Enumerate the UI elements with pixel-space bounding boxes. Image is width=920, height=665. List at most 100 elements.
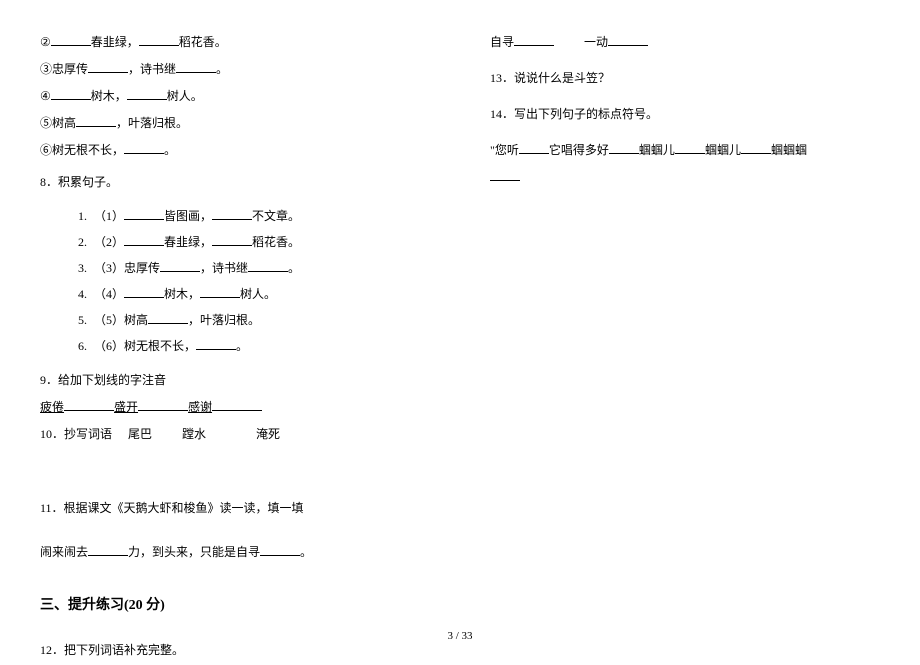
- blank: [124, 232, 164, 246]
- text: （3）忠厚传: [94, 261, 160, 275]
- blank: [260, 542, 300, 556]
- blank: [160, 258, 200, 272]
- underlined-word: 感谢: [188, 400, 212, 414]
- line-2: ② 春韭绿， 稻花香。: [40, 30, 430, 54]
- text: 。: [164, 143, 176, 157]
- text: 闹来闹去: [40, 545, 88, 559]
- word: 蹚水: [182, 427, 206, 441]
- line-5: ⑤树高 ，叶落归根。: [40, 111, 430, 135]
- text: 。: [288, 261, 300, 275]
- list-item: （5）树高 ，叶落归根。: [90, 308, 430, 332]
- blank: [64, 397, 114, 411]
- text: ⑤树高: [40, 116, 76, 130]
- blank: [88, 542, 128, 556]
- text: ③忠厚传: [40, 62, 88, 76]
- text: 春韭绿，: [164, 235, 212, 249]
- q11-title: 11．根据课文《天鹅大虾和梭鱼》读一读，填一填: [40, 496, 430, 520]
- text: （5）树高: [94, 313, 148, 327]
- underlined-word: 疲倦: [40, 400, 64, 414]
- q10-title: 10．抄写词语: [40, 427, 112, 441]
- q14-line-cont: [490, 165, 880, 189]
- blank: [741, 140, 771, 154]
- text: 稻花香。: [179, 35, 227, 49]
- text: 它唱得多好: [549, 143, 609, 157]
- blank: [51, 86, 91, 100]
- list-item: （4） 树木， 树人。: [90, 282, 430, 306]
- blank: [196, 336, 236, 350]
- q9-line: 疲倦 盛开 感谢: [40, 395, 430, 419]
- q8-list: （1）皆图画，不文章。 （2）春韭绿，稻花香。 （3）忠厚传，诗书继。 （4）树…: [90, 204, 430, 358]
- text: 。: [300, 545, 312, 559]
- text: "您听: [490, 143, 519, 157]
- q9-title: 9．给加下划线的字注音: [40, 368, 430, 392]
- two-column-layout: ②春韭绿，稻花香。 ③忠厚传，诗书继。 ④树木，树人。 ⑤树高，叶落归根。 ⑥树…: [40, 30, 880, 665]
- blank: [212, 397, 262, 411]
- right-column: 自寻 一动 13．说说什么是斗笠？ 14．写出下列句子的标点符号。 "您听 它唱得多…: [490, 30, 880, 665]
- text: 力，到头来，只能是自寻: [128, 545, 260, 559]
- text: 皆图画，: [164, 209, 212, 223]
- blank: [675, 140, 705, 154]
- q14-line: "您听 它唱得多好 蝈蝈儿 蝈蝈儿 蝈蝈蝈: [490, 138, 880, 162]
- text: 稻花香。: [252, 235, 300, 249]
- q11-line: 闹来闹去 力，到头来，只能是自寻 。: [40, 540, 430, 564]
- text: 。: [216, 62, 228, 76]
- text: 蝈蝈儿: [705, 143, 741, 157]
- q8-title: 8．积累句子。: [40, 170, 430, 194]
- blank: [124, 140, 164, 154]
- page-number: 3 / 33: [0, 630, 920, 642]
- blank: [127, 86, 167, 100]
- blank: [148, 310, 188, 324]
- blank: [124, 284, 164, 298]
- q14-title: 14．写出下列句子的标点符号。: [490, 102, 880, 126]
- blank: [88, 59, 128, 73]
- blank: [51, 32, 91, 46]
- right-line1: 自寻 一动: [490, 30, 880, 54]
- blank: [212, 232, 252, 246]
- blank: [76, 113, 116, 127]
- text: 不文章。: [252, 209, 300, 223]
- blank: [200, 284, 240, 298]
- list-item: （6）树无根不长， 。: [90, 334, 430, 358]
- blank: [139, 32, 179, 46]
- text: 一动: [584, 35, 608, 49]
- text: （1）: [94, 209, 124, 223]
- text: 蝈蝈蝈: [771, 143, 807, 157]
- text: 树人。: [240, 287, 276, 301]
- blank: [514, 32, 554, 46]
- word: 淹死: [256, 427, 280, 441]
- q10-line: 10．抄写词语尾巴蹚水淹死: [40, 422, 430, 446]
- blank: [124, 206, 164, 220]
- blank: [519, 140, 549, 154]
- blank: [248, 258, 288, 272]
- line-6: ⑥树无根不长，。: [40, 138, 430, 162]
- text: ，叶落归根。: [188, 313, 260, 327]
- blank: [609, 140, 639, 154]
- blank: [490, 167, 520, 181]
- text: ，诗书继: [128, 62, 176, 76]
- list-item: （2） 春韭绿， 稻花香。: [90, 230, 430, 254]
- text: 蝈蝈儿: [639, 143, 675, 157]
- section-3-title: 三、提升练习(20 分): [40, 592, 430, 620]
- list-item: （3）忠厚传 ，诗书继 。: [90, 256, 430, 280]
- text: （6）树无根不长，: [94, 339, 196, 353]
- blank: [212, 206, 252, 220]
- text: ②: [40, 35, 51, 49]
- list-item: （1） 皆图画， 不文章。: [90, 204, 430, 228]
- q13: 13．说说什么是斗笠？: [490, 66, 880, 90]
- blank: [176, 59, 216, 73]
- underlined-word: 盛开: [114, 400, 138, 414]
- blank: [608, 32, 648, 46]
- text: 自寻: [490, 35, 514, 49]
- text: 春韭绿，: [91, 35, 139, 49]
- line-4: ④ 树木， 树人。: [40, 84, 430, 108]
- text: ，诗书继: [200, 261, 248, 275]
- text: 。: [236, 339, 248, 353]
- text: （2）: [94, 235, 124, 249]
- text: ，叶落归根。: [116, 116, 188, 130]
- text: 树人。: [167, 89, 203, 103]
- text: 树木，: [91, 89, 127, 103]
- text: （4）: [94, 287, 124, 301]
- text: ④: [40, 89, 51, 103]
- line-3: ③忠厚传 ，诗书继 。: [40, 57, 430, 81]
- text: 树木，: [164, 287, 200, 301]
